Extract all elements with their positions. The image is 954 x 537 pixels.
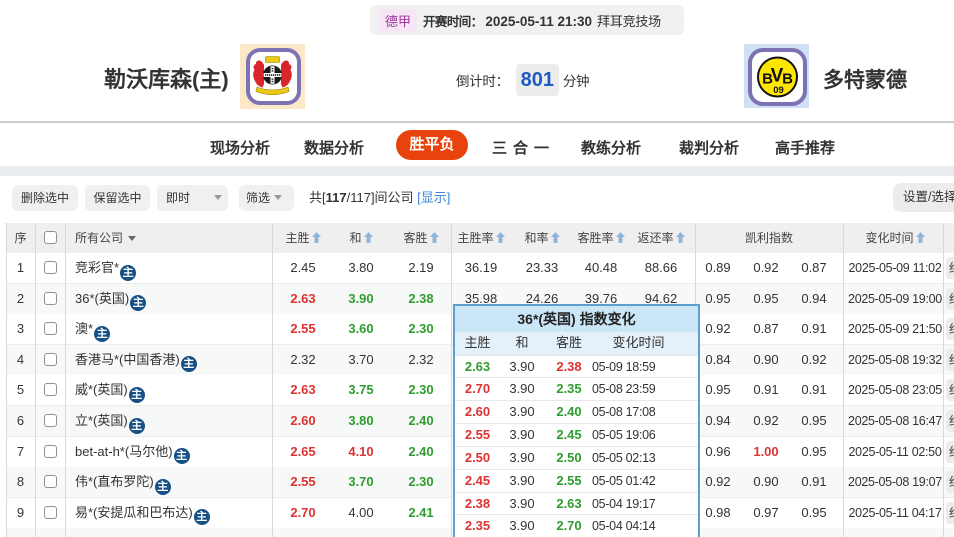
svg-text:09: 09	[773, 85, 784, 96]
